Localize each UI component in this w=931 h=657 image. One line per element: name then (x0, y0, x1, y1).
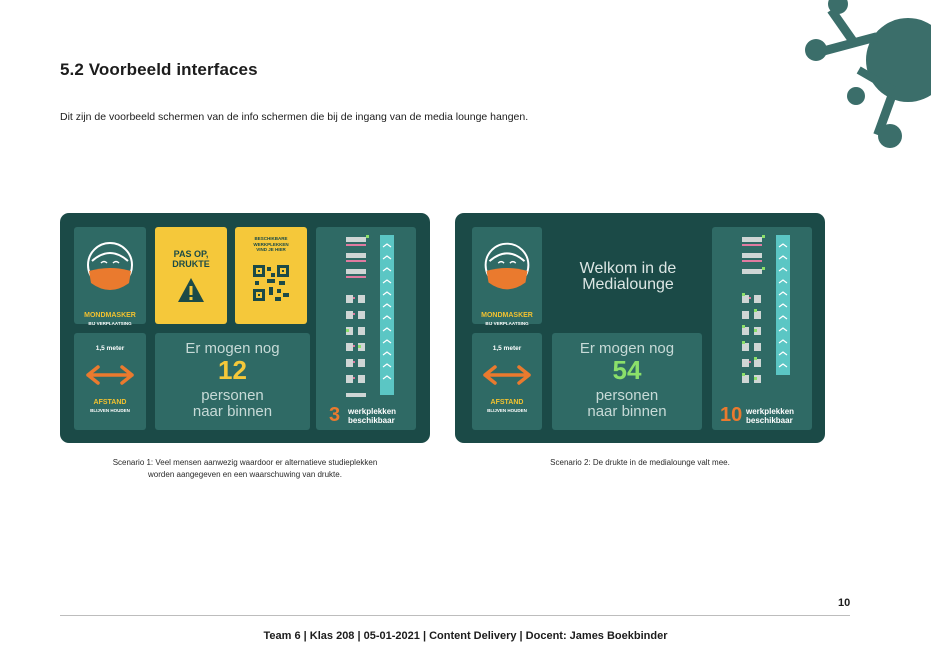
available-count: 10 (720, 404, 743, 426)
footer-divider (60, 615, 850, 616)
count-tile: Er mogen nog 54 personen naar binnen (552, 333, 702, 430)
info-screen-scenario-1: MONDMASKER BIJ VERPLAATSING PAS OP, DRUK… (60, 213, 430, 443)
welcome-area: Welkom in de Medialounge (543, 213, 713, 328)
mask-face-icon (484, 242, 530, 290)
mask-sublabel: BIJ VERPLAATSING (485, 321, 529, 326)
count-bottom-text: personen naar binnen (587, 387, 667, 420)
section-heading: 5.2 Voorbeeld interfaces (60, 60, 258, 79)
distance-tile: 1,5 meter AFSTAND BLIJVEN HOUDEN (472, 333, 542, 430)
count-bottom-text: personen naar binnen (192, 387, 273, 420)
double-arrow-icon (86, 365, 134, 385)
distance-tile: 1,5 meter AFSTAND BLIJVEN HOUDEN (74, 333, 146, 430)
workspace-map-tile: 10 werkplekken beschikbaar (712, 227, 812, 430)
mask-label: MONDMASKER (84, 312, 136, 319)
welcome-text: Welkom in de Medialounge (579, 260, 677, 293)
distance-sublabel: BLIJVEN HOUDEN (90, 408, 130, 413)
mask-label: MONDMASKER (481, 312, 533, 319)
count-number: 12 (218, 355, 247, 385)
distance-label: AFSTAND (93, 399, 127, 406)
distance-label: AFSTAND (490, 399, 524, 406)
mask-tile: MONDMASKER BIJ VERPLAATSING (74, 227, 146, 326)
warning-text: PAS OP, DRUKTE (172, 249, 210, 269)
mask-sublabel: BIJ VERPLAATSING (88, 321, 132, 326)
available-count: 3 (329, 404, 341, 426)
available-label: werkplekken beschikbaar (348, 407, 397, 425)
count-number: 54 (612, 355, 642, 385)
entrance-bar (380, 235, 394, 395)
workspace-map (346, 235, 394, 397)
distance-value: 1,5 meter (95, 345, 125, 352)
qr-caption: BESCHIKBARE WERKPLEKKEN VIND JE HIER (253, 236, 289, 252)
distance-sublabel: BLIJVEN HOUDEN (487, 408, 527, 413)
footer-text: Team 6 | Klas 208 | 05-01-2021 | Content… (263, 630, 668, 642)
workspace-map-tile: 3 werkplekken beschikbaar (316, 227, 416, 430)
workspace-map (742, 235, 790, 383)
warning-tile: PAS OP, DRUKTE (155, 227, 227, 324)
intro-paragraph: Dit zijn de voorbeeld schermen van de in… (60, 111, 529, 123)
mask-face-icon (87, 242, 133, 290)
virus-icon (805, 0, 931, 148)
warning-triangle-icon (178, 278, 204, 302)
available-label: werkplekken beschikbaar (746, 407, 795, 425)
double-arrow-icon (483, 365, 531, 385)
page-number: 10 (838, 597, 851, 609)
qr-code-icon (253, 265, 289, 301)
qr-tile: BESCHIKBARE WERKPLEKKEN VIND JE HIER (235, 227, 307, 324)
info-screen-scenario-2: MONDMASKER BIJ VERPLAATSING Welkom in de… (455, 213, 825, 443)
distance-value: 1,5 meter (492, 345, 522, 352)
caption-scenario-1: Scenario 1: Veel mensen aanwezig waardoo… (112, 458, 378, 479)
caption-scenario-2: Scenario 2: De drukte in de medialounge … (550, 458, 730, 467)
mask-tile: MONDMASKER BIJ VERPLAATSING (472, 227, 542, 326)
count-tile: Er mogen nog 12 personen naar binnen (155, 333, 310, 430)
